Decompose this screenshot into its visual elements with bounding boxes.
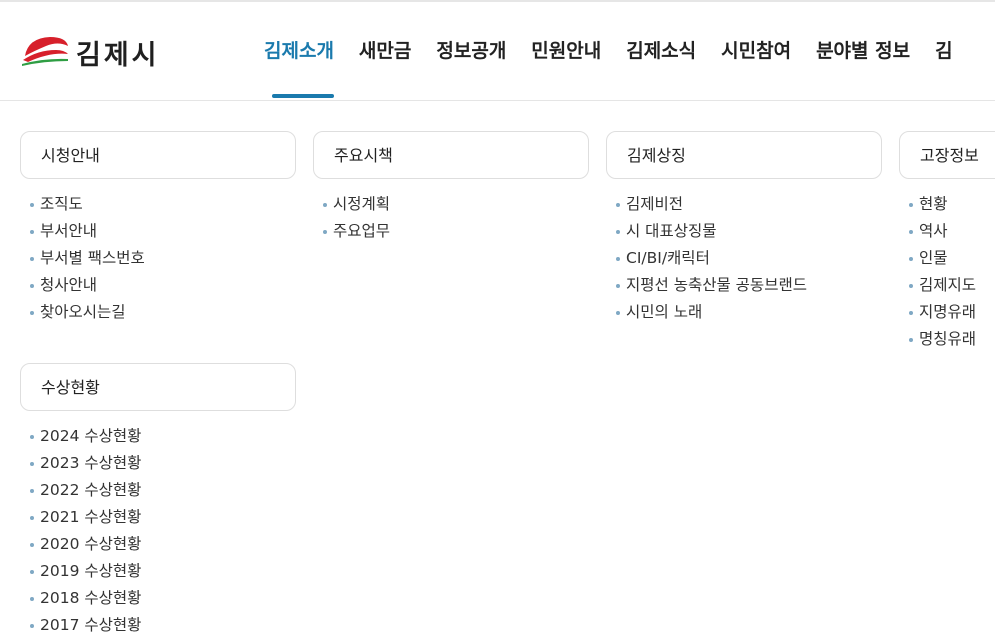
- menu-link[interactable]: 주요업무: [313, 218, 589, 245]
- nav-item-info-disclosure[interactable]: 정보공개: [436, 36, 506, 63]
- menu-section-policies: 주요시책 시정계획 주요업무: [313, 131, 589, 245]
- menu-link[interactable]: 지명유래: [899, 299, 995, 326]
- section-list-policies: 시정계획 주요업무: [313, 191, 589, 245]
- menu-link[interactable]: 2024 수상현황: [20, 423, 296, 450]
- menu-section-city-hall: 시청안내 조직도 부서안내 부서별 팩스번호 청사안내 찾아오시는길: [20, 131, 296, 326]
- menu-link[interactable]: 2018 수상현황: [20, 585, 296, 612]
- site-header: 김제시 김제소개 새만금 정보공개 민원안내 김제소식 시민참여 분야별 정보 김: [0, 2, 995, 101]
- menu-link[interactable]: 명칭유래: [899, 326, 995, 353]
- menu-link[interactable]: 청사안내: [20, 272, 296, 299]
- menu-link[interactable]: 시정계획: [313, 191, 589, 218]
- section-title-local-info[interactable]: 고장정보: [899, 131, 995, 179]
- menu-link[interactable]: 찾아오시는길: [20, 299, 296, 326]
- nav-item-saemangeum[interactable]: 새만금: [359, 36, 411, 63]
- nav-item-gimje-intro[interactable]: 김제소개: [264, 36, 334, 98]
- menu-section-symbols: 김제상징 김제비전 시 대표상징물 CI/BI/캐릭터 지평선 농축산물 공동브…: [606, 131, 882, 326]
- menu-section-local-info: 고장정보 현황 역사 인물 김제지도 지명유래 명칭유래: [899, 131, 995, 353]
- menu-link[interactable]: 시 대표상징물: [606, 218, 882, 245]
- section-title-awards[interactable]: 수상현황: [20, 363, 296, 411]
- nav-item-citizen-participation[interactable]: 시민참여: [721, 36, 791, 63]
- nav-item-gimje-news[interactable]: 김제소식: [626, 36, 696, 63]
- menu-link[interactable]: 인물: [899, 245, 995, 272]
- main-nav: 김제소개 새만금 정보공개 민원안내 김제소식 시민참여 분야별 정보 김: [264, 36, 978, 98]
- menu-link[interactable]: 2022 수상현황: [20, 477, 296, 504]
- menu-link[interactable]: 부서안내: [20, 218, 296, 245]
- menu-link[interactable]: 2023 수상현황: [20, 450, 296, 477]
- menu-link[interactable]: CI/BI/캐릭터: [606, 245, 882, 272]
- menu-link[interactable]: 김제비전: [606, 191, 882, 218]
- menu-link[interactable]: 조직도: [20, 191, 296, 218]
- site-logo[interactable]: 김제시: [20, 32, 160, 72]
- nav-item-field-info[interactable]: 분야별 정보: [816, 36, 910, 63]
- section-list-symbols: 김제비전 시 대표상징물 CI/BI/캐릭터 지평선 농축산물 공동브랜드 시민…: [606, 191, 882, 326]
- section-list-local-info: 현황 역사 인물 김제지도 지명유래 명칭유래: [899, 191, 995, 353]
- section-title-city-hall[interactable]: 시청안내: [20, 131, 296, 179]
- menu-link[interactable]: 2019 수상현황: [20, 558, 296, 585]
- section-list-city-hall: 조직도 부서안내 부서별 팩스번호 청사안내 찾아오시는길: [20, 191, 296, 326]
- menu-link[interactable]: 2020 수상현황: [20, 531, 296, 558]
- menu-link[interactable]: 역사: [899, 218, 995, 245]
- menu-link[interactable]: 시민의 노래: [606, 299, 882, 326]
- section-title-policies[interactable]: 주요시책: [313, 131, 589, 179]
- nav-item-more[interactable]: 김: [935, 36, 952, 63]
- nav-item-civil-service[interactable]: 민원안내: [531, 36, 601, 63]
- menu-link[interactable]: 부서별 팩스번호: [20, 245, 296, 272]
- section-list-awards: 2024 수상현황 2023 수상현황 2022 수상현황 2021 수상현황 …: [20, 423, 296, 639]
- menu-link[interactable]: 김제지도: [899, 272, 995, 299]
- menu-link[interactable]: 지평선 농축산물 공동브랜드: [606, 272, 882, 299]
- menu-link[interactable]: 2017 수상현황: [20, 612, 296, 639]
- menu-link[interactable]: 현황: [899, 191, 995, 218]
- menu-section-awards: 수상현황 2024 수상현황 2023 수상현황 2022 수상현황 2021 …: [20, 363, 296, 639]
- menu-link[interactable]: 2021 수상현황: [20, 504, 296, 531]
- section-title-symbols[interactable]: 김제상징: [606, 131, 882, 179]
- logo-emblem-icon: [22, 37, 68, 66]
- logo-text: 김제시: [76, 39, 160, 71]
